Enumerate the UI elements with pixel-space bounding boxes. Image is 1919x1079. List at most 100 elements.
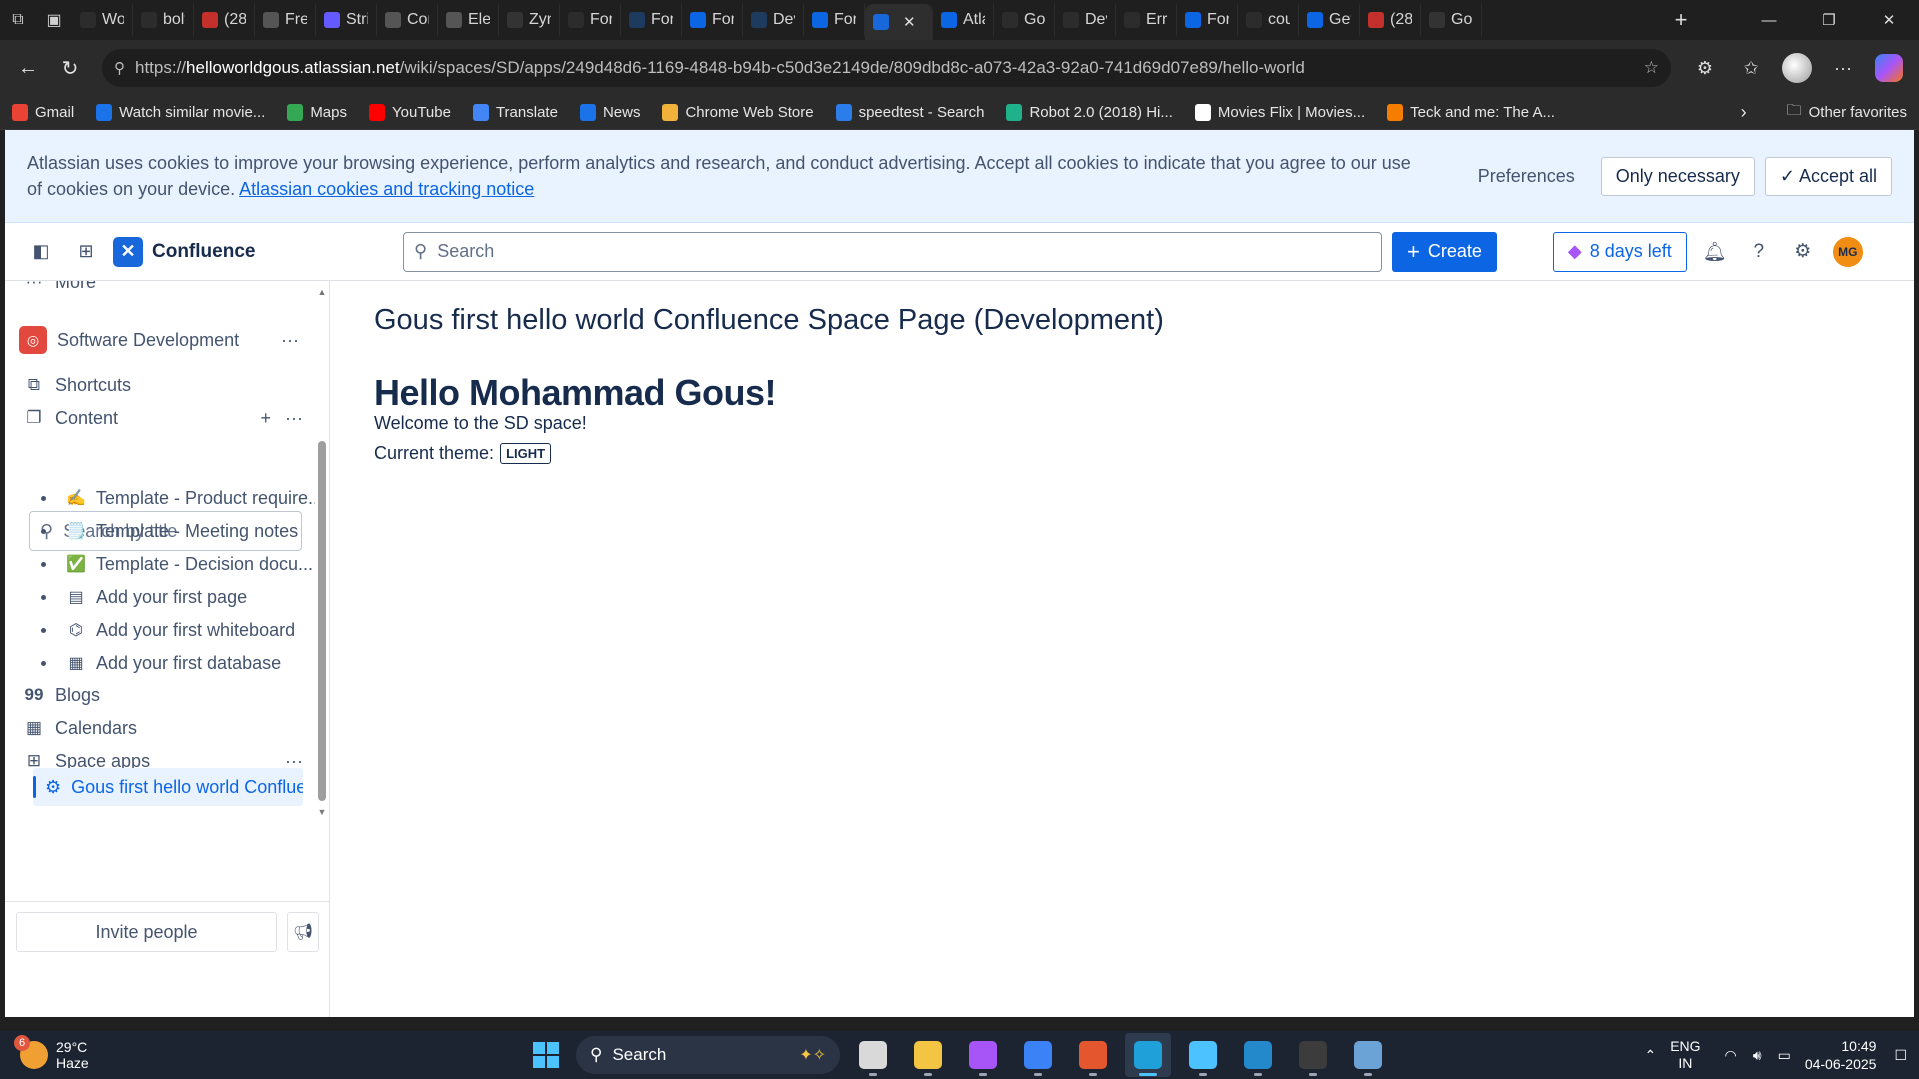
preferences-button[interactable]: Preferences: [1462, 158, 1591, 195]
sidebar-toggle-icon[interactable]: ◧: [23, 234, 59, 270]
space-more-icon[interactable]: ···: [281, 330, 299, 351]
office-app[interactable]: [1070, 1033, 1116, 1077]
extensions-icon[interactable]: ⚙: [1685, 50, 1725, 86]
browser-tab[interactable]: Forg: [621, 4, 682, 36]
browser-tab[interactable]: cou: [1238, 4, 1299, 36]
close-tab-icon[interactable]: ✕: [903, 13, 916, 31]
profile-avatar[interactable]: [1777, 50, 1817, 86]
copilot-icon[interactable]: [1869, 50, 1909, 86]
url-input[interactable]: ⚲ https://helloworldgous.atlassian.net/w…: [102, 49, 1671, 87]
browser-tab[interactable]: Erro: [1116, 4, 1177, 36]
volume-icon[interactable]: 🔊︎: [1753, 1047, 1762, 1064]
close-window-icon[interactable]: ✕: [1859, 0, 1919, 40]
favorites-icon[interactable]: ✩: [1731, 50, 1771, 86]
browser-tab[interactable]: Forg: [804, 4, 865, 36]
create-button[interactable]: + Create: [1392, 231, 1497, 272]
copilot-app[interactable]: [960, 1033, 1006, 1077]
browser-tab[interactable]: Free: [255, 4, 316, 36]
tree-item[interactable]: ▦ Add your first database: [41, 647, 306, 679]
bookmark-item[interactable]: Maps: [287, 104, 347, 121]
bookmark-item[interactable]: Movies Flix | Movies...: [1194, 104, 1365, 121]
browser-tab[interactable]: Get: [1299, 4, 1360, 36]
clock[interactable]: 10:49 04-06-2025: [1805, 1037, 1889, 1073]
language-indicator[interactable]: ENG IN: [1670, 1038, 1700, 1072]
only-necessary-button[interactable]: Only necessary: [1600, 156, 1755, 196]
bookmark-item[interactable]: News: [579, 104, 640, 121]
cookie-notice-link[interactable]: Atlassian cookies and tracking notice: [239, 179, 534, 199]
invite-people-button[interactable]: Invite people: [16, 912, 277, 952]
sidebar-item-more[interactable]: ··· More: [23, 281, 303, 299]
notifications-icon[interactable]: 🔔︎: [1693, 232, 1737, 272]
sidebar-item-content[interactable]: ❐ Content + ···: [23, 401, 303, 435]
favorite-star-icon[interactable]: ☆: [1644, 58, 1659, 78]
sidebar-item-active-app[interactable]: ⚙ Gous first hello world Confluenc...: [33, 768, 303, 806]
bookmark-item[interactable]: Translate: [472, 104, 558, 121]
sidebar-item-shortcuts[interactable]: ⧉ Shortcuts: [23, 368, 303, 402]
vertical-tabs-icon[interactable]: ▣: [36, 0, 72, 40]
browser-tab[interactable]: Con: [377, 4, 438, 36]
browser-tab[interactable]: ✕: [865, 4, 933, 40]
monitor-app[interactable]: [1345, 1033, 1391, 1077]
browser-tab[interactable]: (28: [1360, 4, 1421, 36]
user-avatar[interactable]: MG: [1832, 236, 1863, 267]
space-header[interactable]: ◎ Software Development ···: [19, 323, 299, 357]
bookmark-item[interactable]: YouTube: [369, 104, 451, 121]
browser-tab[interactable]: Gou: [1421, 4, 1482, 36]
bookmark-item[interactable]: speedtest - Search: [835, 104, 984, 121]
tree-item[interactable]: ✍️ Template - Product require...: [41, 482, 315, 514]
browser-tab[interactable]: Forg: [682, 4, 743, 36]
sidebar-item-blogs[interactable]: 99 Blogs: [23, 678, 303, 712]
task-view-app[interactable]: [850, 1033, 896, 1077]
workspaces-icon[interactable]: ⧉: [0, 0, 36, 40]
browser-tab[interactable]: Strip: [316, 4, 377, 36]
edge-app[interactable]: [1125, 1033, 1171, 1077]
sidebar-scrollbar[interactable]: ▲ ▼: [317, 287, 327, 817]
restore-icon[interactable]: ❐: [1799, 0, 1859, 40]
other-favorites[interactable]: 🗀 Other favorites: [1787, 100, 1907, 125]
file-explorer-app[interactable]: [905, 1033, 951, 1077]
vscode-app[interactable]: [1235, 1033, 1281, 1077]
browser-tab[interactable]: Forg: [560, 4, 621, 36]
tree-item[interactable]: 🗒️ Template - Meeting notes: [41, 515, 306, 547]
add-content-icon[interactable]: +: [261, 408, 272, 429]
browser-tab[interactable]: Elev: [438, 4, 499, 36]
browser-tab[interactable]: Goo: [994, 4, 1055, 36]
more-menu-icon[interactable]: ···: [1823, 50, 1863, 86]
tree-item[interactable]: ▤ Add your first page: [41, 581, 306, 613]
battery-icon[interactable]: ▭: [1778, 1047, 1791, 1064]
tree-item[interactable]: ⌬ Add your first whiteboard: [41, 614, 306, 646]
scroll-down-icon[interactable]: ▼: [317, 807, 327, 817]
app-switcher-icon[interactable]: ⊞: [68, 234, 104, 270]
content-more-icon[interactable]: ···: [285, 408, 303, 429]
browser-tab[interactable]: (28: [194, 4, 255, 36]
notification-center-icon[interactable]: ☐: [1894, 1047, 1907, 1064]
browser-tab[interactable]: Wo: [72, 4, 133, 36]
browser-tab[interactable]: Forg: [1177, 4, 1238, 36]
tree-item[interactable]: ✅ Template - Decision docu...: [41, 548, 313, 580]
reload-icon[interactable]: ↻: [52, 50, 88, 86]
back-icon[interactable]: ←: [10, 50, 46, 86]
megaphone-icon[interactable]: 📢︎: [287, 912, 319, 952]
browser-tab[interactable]: bolt: [133, 4, 194, 36]
weather-widget[interactable]: 6 29°C Haze: [14, 1031, 89, 1079]
chevron-up-icon[interactable]: ⌃: [1644, 1047, 1656, 1064]
browser-tab[interactable]: Zyn: [499, 4, 560, 36]
minimize-icon[interactable]: —: [1739, 0, 1799, 40]
browser-tab[interactable]: Atla: [933, 4, 994, 36]
store-app[interactable]: [1015, 1033, 1061, 1077]
terminal-app[interactable]: [1290, 1033, 1336, 1077]
taskbar-search[interactable]: ⚲ Search ✦✧: [576, 1036, 840, 1074]
trial-button[interactable]: ◆ 8 days left: [1552, 231, 1687, 272]
confluence-logo[interactable]: ✕ Confluence: [113, 236, 403, 267]
bookmark-item[interactable]: Teck and me: The A...: [1387, 104, 1555, 121]
scroll-thumb[interactable]: [318, 441, 326, 801]
search-input[interactable]: ⚲ Search: [403, 231, 1382, 272]
browser-tab[interactable]: Dev: [743, 4, 804, 36]
accept-all-button[interactable]: ✓ Accept all: [1764, 156, 1892, 196]
sidebar-item-calendars[interactable]: ▦ Calendars: [23, 711, 303, 745]
bookmark-item[interactable]: Robot 2.0 (2018) Hi...: [1006, 104, 1173, 121]
help-icon[interactable]: ?: [1737, 232, 1781, 272]
new-tab-icon[interactable]: +: [1663, 7, 1699, 33]
settings-icon[interactable]: ⚙: [1781, 232, 1825, 272]
browser-tab[interactable]: Dev: [1055, 4, 1116, 36]
